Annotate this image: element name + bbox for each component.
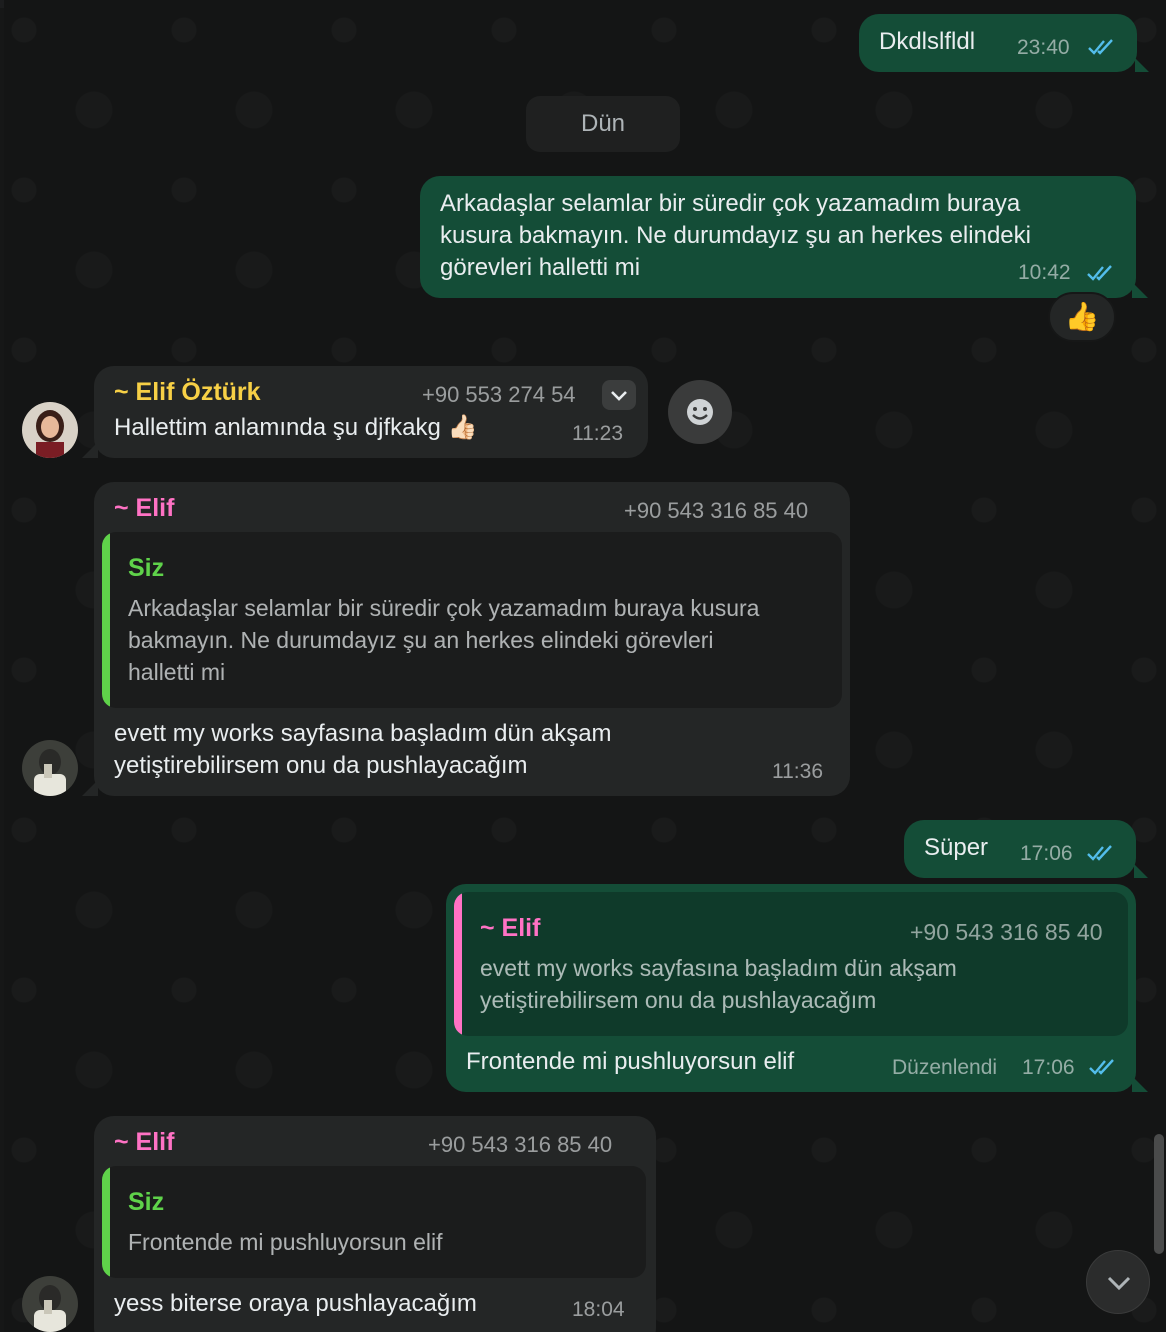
message-outgoing[interactable]: Dkdlslfldl 23:40 <box>859 14 1149 72</box>
scrollbar[interactable] <box>1154 1134 1164 1254</box>
react-emoji-button[interactable] <box>668 380 732 444</box>
quoted-message[interactable]: ~ Elif +90 543 316 85 40 evett my works … <box>454 892 1128 1036</box>
double-check-icon <box>1089 1059 1114 1075</box>
message-time: 10:42 <box>1018 261 1071 284</box>
message-time: 18:04 <box>572 1298 625 1321</box>
avatar[interactable] <box>22 740 78 796</box>
message-menu-button[interactable] <box>602 380 636 410</box>
sender-name[interactable]: ~ Elif Öztürk <box>114 378 261 407</box>
smiley-icon <box>687 399 713 425</box>
message-time: 11:36 <box>772 760 823 783</box>
quoted-message[interactable]: Siz Arkadaşlar selamlar bir süredir çok … <box>102 532 842 708</box>
quote-sender: Siz <box>128 554 165 582</box>
message-outgoing[interactable]: ~ Elif +90 543 316 85 40 evett my works … <box>446 884 1148 1092</box>
chat-pane[interactable]: Dkdlslfldl 23:40 Dün Arkadaşlar selamlar… <box>4 0 1166 1332</box>
quote-text-line: bakmayın. Ne durumdayız şu an herkes eli… <box>128 627 714 653</box>
message-time: 11:23 <box>572 422 623 445</box>
avatar[interactable] <box>22 402 78 458</box>
sender-name[interactable]: ~ Elif <box>114 494 174 523</box>
double-check-icon <box>1087 265 1112 281</box>
chevron-down-icon <box>1107 1276 1131 1291</box>
message-incoming[interactable]: ~ Elif +90 543 316 85 40 Siz Frontende m… <box>94 1116 656 1332</box>
message-time: 17:06 <box>1022 1056 1075 1079</box>
day-separator: Dün <box>526 96 680 152</box>
sender-phone: +90 543 316 85 40 <box>428 1132 613 1157</box>
quoted-message[interactable]: Siz Frontende mi pushluyorsun elif <box>102 1166 646 1278</box>
quote-accent-bar <box>454 892 462 1036</box>
reaction-badge[interactable]: 👍 <box>1048 292 1116 342</box>
message-text-line: kusura bakmayın. Ne durumdayız şu an her… <box>440 222 1031 249</box>
message-time: 17:06 <box>1020 842 1073 865</box>
sender-name[interactable]: ~ Elif <box>114 1128 174 1157</box>
message-outgoing[interactable]: Süper 17:06 <box>904 820 1148 878</box>
message-text-line: yetiştirebilirsem onu da pushlayacağım <box>114 752 528 779</box>
message-outgoing[interactable]: Arkadaşlar selamlar bir süredir çok yaza… <box>420 176 1148 298</box>
quote-text: Frontende mi pushluyorsun elif <box>128 1229 443 1255</box>
double-check-icon <box>1087 845 1112 861</box>
sender-phone: +90 553 274 54 <box>422 382 576 407</box>
message-incoming[interactable]: ~ Elif +90 543 316 85 40 Siz Arkadaşlar … <box>82 482 850 796</box>
message-text-line: Arkadaşlar selamlar bir süredir çok yaza… <box>440 190 1021 217</box>
quote-text-line: halletti mi <box>128 659 226 685</box>
message-text: Süper <box>924 834 989 861</box>
quote-sender: Siz <box>128 1188 165 1216</box>
quote-accent-bar <box>102 532 110 708</box>
quote-sender-phone: +90 543 316 85 40 <box>910 919 1103 945</box>
avatar[interactable] <box>22 1276 78 1332</box>
message-time: 23:40 <box>1017 36 1070 59</box>
quote-accent-bar <box>102 1166 110 1278</box>
quote-text-line: yetiştirebilirsem onu da pushlayacağım <box>480 987 877 1013</box>
message-text: yess biterse oraya pushlayacağım <box>114 1290 477 1317</box>
sender-phone: +90 543 316 85 40 <box>624 498 809 523</box>
scroll-to-bottom-button[interactable] <box>1086 1250 1150 1314</box>
message-text-line: görevleri halletti mi <box>440 254 641 281</box>
message-text: Hallettim anlamında şu djfkakg 👍🏻 <box>114 414 478 441</box>
message-text-line: evett my works sayfasına başladım dün ak… <box>114 720 612 747</box>
message-text: Frontende mi pushluyorsun elif <box>466 1048 795 1075</box>
message-incoming[interactable]: ~ Elif Öztürk +90 553 274 54 Hallettim a… <box>82 366 648 458</box>
message-text: Dkdlslfldl <box>879 28 976 55</box>
quote-sender: ~ Elif <box>480 914 541 942</box>
double-check-icon <box>1088 39 1113 55</box>
chevron-down-icon <box>611 391 627 401</box>
quote-text-line: Arkadaşlar selamlar bir süredir çok yaza… <box>128 595 760 621</box>
edited-label: Düzenlendi <box>892 1056 998 1079</box>
quote-text-line: evett my works sayfasına başladım dün ak… <box>480 955 957 981</box>
